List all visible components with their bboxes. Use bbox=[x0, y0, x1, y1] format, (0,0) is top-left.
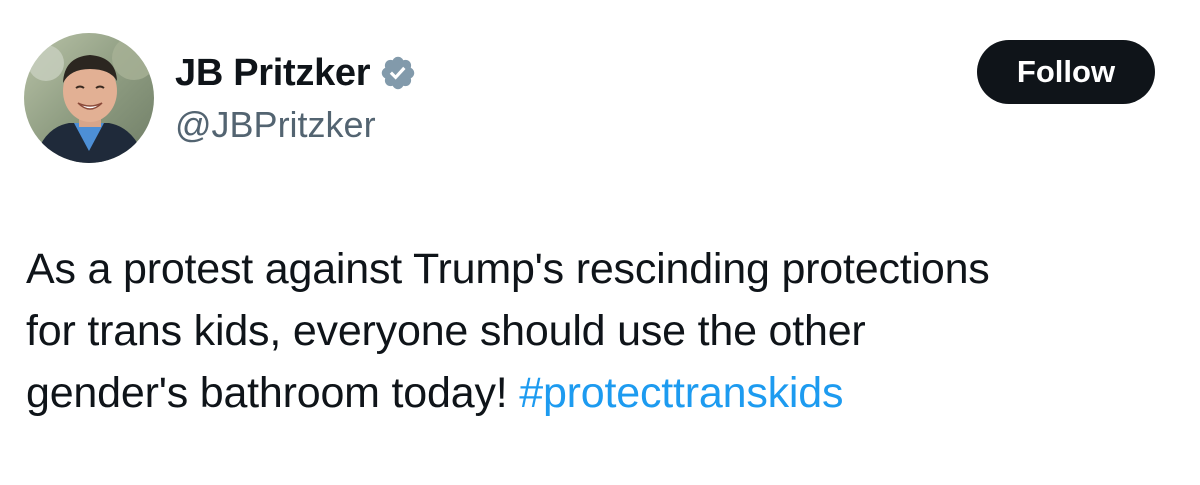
tweet-text-line-2: for trans kids, everyone should use the … bbox=[26, 307, 866, 355]
author-name-row: JB Pritzker bbox=[175, 48, 417, 98]
author-handle[interactable]: @JBPritzker bbox=[175, 104, 376, 146]
author-display-name[interactable]: JB Pritzker bbox=[175, 52, 371, 95]
tweet-body: As a protest against Trump's rescinding … bbox=[26, 238, 1176, 424]
hashtag-link[interactable]: #protecttranskids bbox=[519, 369, 843, 417]
tweet-text-line-1: As a protest against Trump's rescinding … bbox=[26, 245, 990, 293]
follow-button[interactable]: Follow bbox=[977, 40, 1155, 104]
author-avatar[interactable] bbox=[24, 33, 154, 163]
avatar-photo-icon bbox=[24, 33, 154, 163]
verified-badge-icon[interactable] bbox=[379, 54, 417, 92]
tweet-text-line-3: gender's bathroom today! #protecttranski… bbox=[26, 362, 1176, 424]
tweet-text-line-3-content: gender's bathroom today! bbox=[26, 369, 508, 417]
